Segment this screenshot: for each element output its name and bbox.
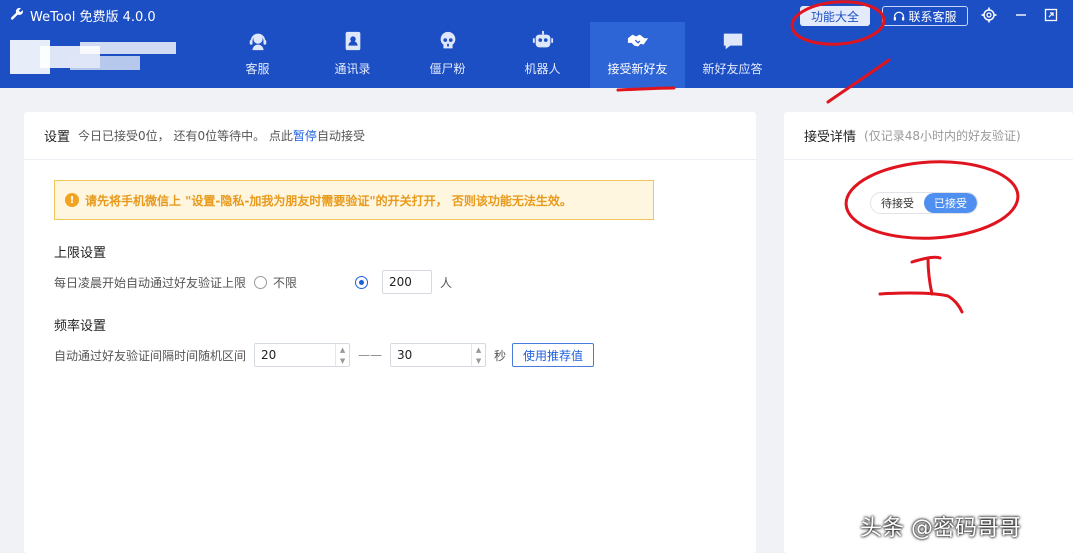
main-tabs: 客服 通讯录 僵尸粉 机器人 接受新好友 新好友应答: [210, 22, 780, 88]
tab-accept-new-friends[interactable]: 接受新好友: [590, 22, 685, 88]
limit-count-input[interactable]: 200: [382, 270, 433, 294]
warning-banner: ! 请先将手机微信上 "设置-隐私-加我为朋友时需要验证"的开关打开， 否则该功…: [54, 180, 654, 220]
tab-label: 接受新好友: [607, 62, 668, 76]
custom-limit-radio[interactable]: [355, 275, 369, 289]
contact-support-button[interactable]: 联系客服: [882, 6, 968, 26]
accept-details-panel: 接受详情 (仅记录48小时内的好友验证) 待接受 已接受: [784, 112, 1073, 553]
contacts-book-icon: [345, 31, 360, 51]
frequency-row: 自动通过好友验证间隔时间随机区间 20 ▲ ▼ —— 30 ▲ ▼ 秒 使用推荐…: [54, 343, 595, 367]
tab-new-friend-reply[interactable]: 新好友应答: [685, 22, 780, 88]
robot-icon: [532, 30, 553, 48]
tab-customer-service[interactable]: 客服: [210, 22, 305, 88]
contact-support-label: 联系客服: [908, 9, 957, 24]
range-dash: ——: [358, 348, 383, 362]
maximize-icon[interactable]: [1042, 6, 1060, 24]
accept-status-text: 今日已接受0位， 还有0位等待中。 点此: [78, 129, 293, 143]
settings-panel: 设置 今日已接受0位， 还有0位等待中。 点此 暂停 自动接受 ! 请先将手机微…: [24, 112, 756, 553]
tab-robot[interactable]: 机器人: [495, 22, 590, 88]
chevron-down-icon[interactable]: ▼: [472, 355, 485, 366]
headset-icon: [249, 33, 266, 51]
limit-section-title: 上限设置: [54, 246, 107, 261]
interval-unit: 秒: [494, 348, 507, 363]
chevron-down-icon[interactable]: ▼: [336, 355, 349, 366]
limit-label: 每日凌晨开始自动通过好友验证上限: [54, 275, 247, 290]
watermark: 头条 @密码哥哥: [860, 516, 1021, 541]
wrench-icon: [10, 7, 24, 25]
use-recommended-button[interactable]: 使用推荐值: [512, 343, 595, 367]
chevron-up-icon[interactable]: ▲: [336, 344, 349, 355]
settings-header: 设置 今日已接受0位， 还有0位等待中。 点此 暂停 自动接受: [24, 112, 756, 160]
frequency-section-title: 频率设置: [54, 319, 107, 334]
minimize-icon[interactable]: [1012, 6, 1030, 24]
accept-status-toggle: 待接受 已接受: [870, 192, 978, 214]
features-button[interactable]: 功能大全: [800, 6, 870, 26]
app-header: WeTool 免费版 4.0.0 客服 通讯录 僵尸粉 机器人 接受新好友 新好…: [0, 0, 1073, 88]
interval-min-stepper[interactable]: 20 ▲ ▼: [254, 343, 351, 367]
chat-bubble-icon: [723, 33, 742, 50]
app-title-text: WeTool 免费版 4.0.0: [30, 10, 156, 25]
limit-unit: 人: [440, 275, 453, 290]
toggle-pending[interactable]: 待接受: [871, 193, 924, 213]
tab-label: 僵尸粉: [429, 62, 466, 76]
details-header: 接受详情 (仅记录48小时内的好友验证): [784, 112, 1073, 160]
warning-icon: !: [65, 193, 79, 207]
interval-min-value: 20: [261, 348, 277, 362]
auto-accept-text: 自动接受: [316, 129, 365, 143]
tab-label: 通讯录: [334, 62, 371, 76]
skull-icon: [440, 31, 455, 49]
stepper-arrows: ▲ ▼: [335, 344, 349, 366]
tab-contacts[interactable]: 通讯录: [305, 22, 400, 88]
pause-link[interactable]: 暂停: [293, 127, 317, 144]
details-title: 接受详情: [804, 130, 857, 145]
toggle-accepted[interactable]: 已接受: [924, 193, 977, 213]
chevron-up-icon[interactable]: ▲: [472, 344, 485, 355]
limit-row: 每日凌晨开始自动通过好友验证上限 不限 200 人: [54, 270, 452, 294]
details-subtitle: (仅记录48小时内的好友验证): [864, 129, 1021, 143]
unlimited-label: 不限: [273, 275, 298, 290]
tab-label: 新好友应答: [702, 62, 763, 76]
settings-title: 设置: [44, 130, 71, 145]
frequency-label: 自动通过好友验证间隔时间随机区间: [54, 348, 247, 363]
settings-gear-icon[interactable]: [980, 6, 998, 24]
tab-label: 客服: [245, 62, 270, 76]
tab-label: 机器人: [524, 62, 561, 76]
handshake-icon: [627, 34, 648, 47]
headphones-icon: [894, 11, 905, 21]
unlimited-radio[interactable]: [254, 275, 268, 289]
app-title: WeTool 免费版 4.0.0: [10, 6, 156, 25]
blurred-account-avatar: [10, 40, 176, 74]
interval-max-stepper[interactable]: 30 ▲ ▼: [390, 343, 487, 367]
stepper-arrows: ▲ ▼: [471, 344, 485, 366]
tab-zombie-fans[interactable]: 僵尸粉: [400, 22, 495, 88]
interval-max-value: 30: [397, 348, 413, 362]
warning-text: 请先将手机微信上 "设置-隐私-加我为朋友时需要验证"的开关打开， 否则该功能无…: [85, 193, 572, 208]
